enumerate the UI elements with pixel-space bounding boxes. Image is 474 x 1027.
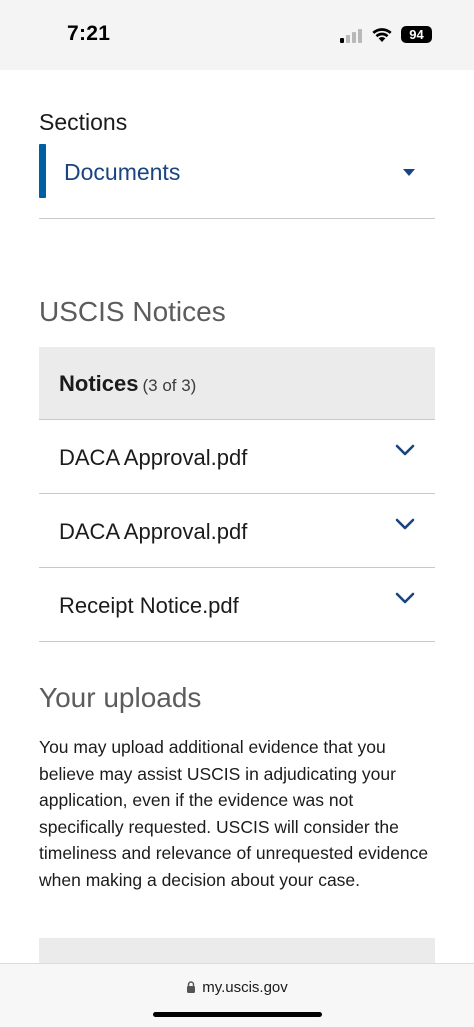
sections-dropdown[interactable]: Documents	[39, 144, 435, 198]
browser-address-bar[interactable]: my.uscis.gov	[0, 963, 474, 1027]
home-indicator	[153, 1012, 322, 1017]
caret-down-icon	[403, 169, 415, 176]
notice-row[interactable]: DACA Approval.pdf	[39, 420, 435, 494]
sections-selected-value: Documents	[64, 159, 181, 185]
notices-table-header: Notices (3 of 3)	[39, 347, 435, 420]
notice-file-name: DACA Approval.pdf	[59, 445, 248, 470]
notice-row[interactable]: DACA Approval.pdf	[39, 494, 435, 568]
battery-icon: 94	[401, 26, 432, 43]
notice-row[interactable]: Receipt Notice.pdf	[39, 568, 435, 642]
uploads-description: You may upload additional evidence that …	[39, 737, 429, 890]
sections-label: Sections	[39, 109, 128, 135]
cellular-signal-icon	[340, 28, 364, 43]
notices-table: Notices (3 of 3) DACA Approval.pdf DACA A…	[39, 347, 435, 642]
notices-table-title: Notices (3 of 3)	[59, 371, 196, 397]
lock-icon	[187, 981, 196, 993]
url-text: my.uscis.gov	[202, 979, 288, 996]
uploads-heading: Your uploads	[39, 682, 202, 713]
notices-title-text: Notices	[59, 371, 139, 396]
sections-accent-bar	[39, 144, 46, 198]
notices-count: (3 of 3)	[142, 376, 197, 395]
chevron-down-icon[interactable]	[395, 592, 415, 606]
notices-heading: USCIS Notices	[39, 296, 226, 327]
wifi-icon	[372, 28, 392, 42]
chevron-down-icon[interactable]	[395, 518, 415, 532]
url-display[interactable]: my.uscis.gov	[0, 979, 474, 996]
notice-file-name: Receipt Notice.pdf	[59, 593, 239, 618]
divider	[39, 218, 435, 219]
chevron-down-icon[interactable]	[395, 444, 415, 458]
status-bar: 7:21 94	[0, 0, 474, 70]
notice-file-name: DACA Approval.pdf	[59, 519, 248, 544]
status-time: 7:21	[67, 22, 111, 45]
